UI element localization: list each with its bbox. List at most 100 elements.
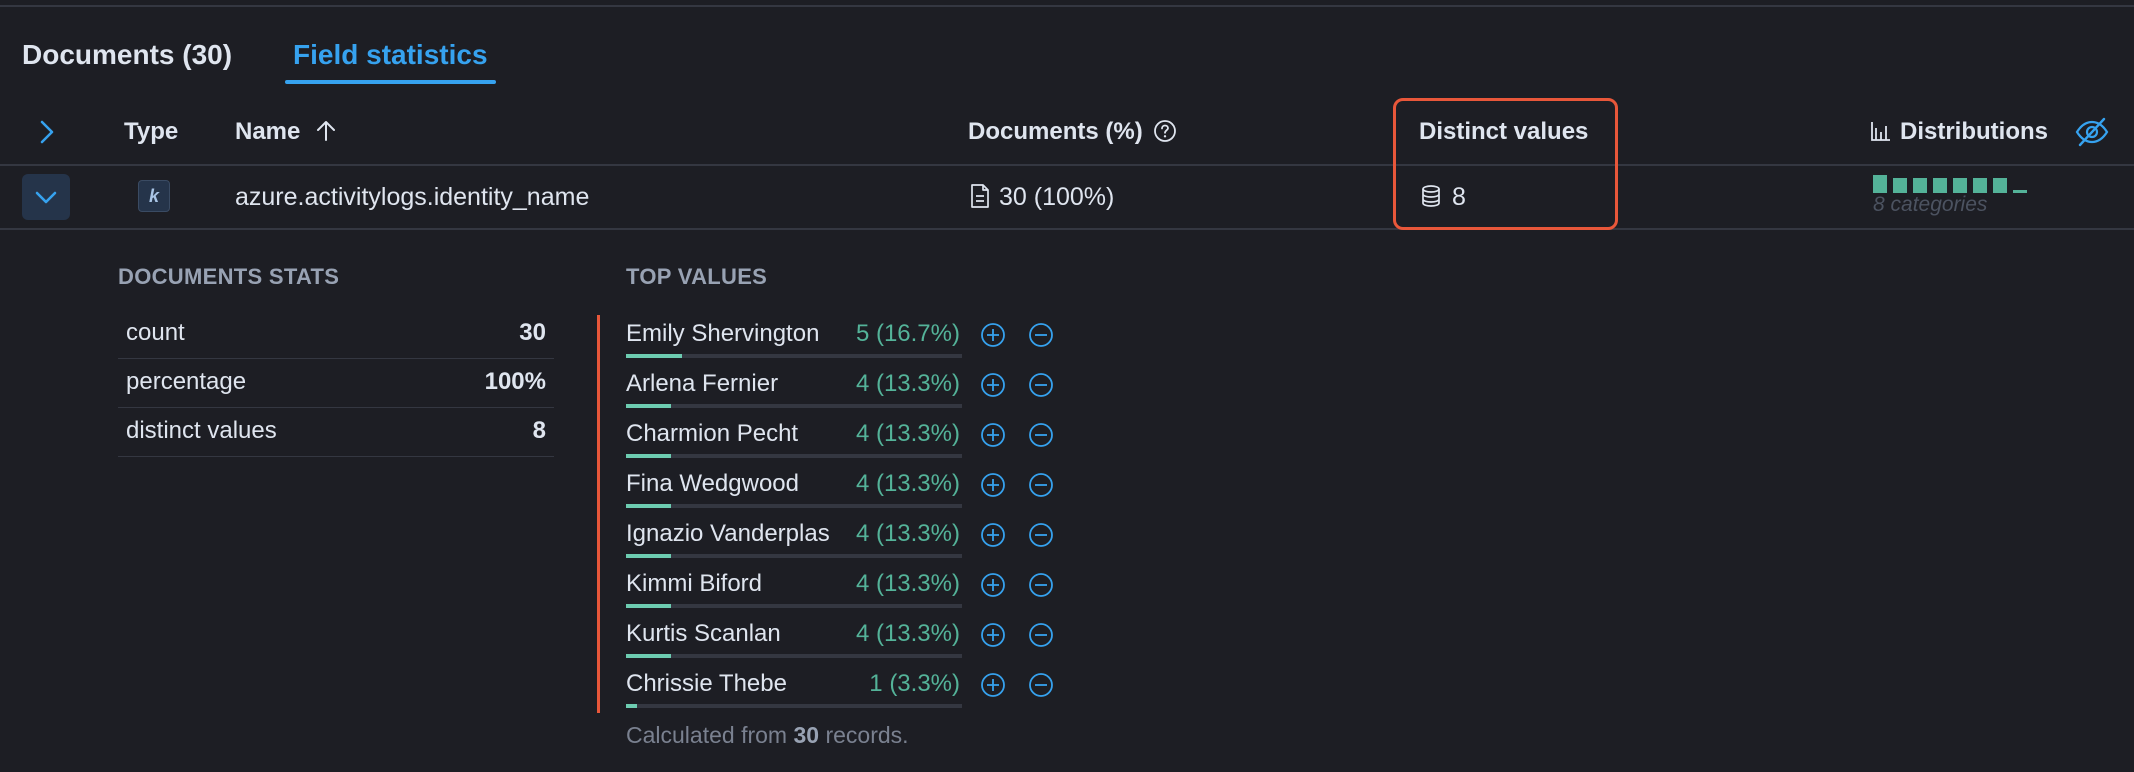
table-row: k azure.activitylogs.identity_name 30 (1…: [0, 166, 2134, 230]
column-distributions-label: Distributions: [1900, 118, 2048, 145]
filter-for-value-icon[interactable]: [980, 322, 1006, 348]
note-suffix: records.: [819, 722, 909, 748]
top-values-accent-bar: [597, 315, 600, 713]
distribution-chart[interactable]: [1873, 175, 2033, 195]
top-value-bar-fill: [626, 454, 671, 458]
column-type: Type: [124, 118, 179, 145]
top-value-bar-track: [626, 604, 962, 608]
documents-stats-title: DOCUMENTS STATS: [118, 264, 340, 289]
filter-out-value-icon[interactable]: [1028, 322, 1054, 348]
top-value-row: Ignazio Vanderplas 4 (13.3%): [626, 514, 1066, 564]
top-value-percent: 4 (13.3%): [855, 420, 960, 447]
top-value-percent: 4 (13.3%): [855, 470, 960, 497]
top-value-bar-fill: [626, 504, 671, 508]
filter-out-value-icon[interactable]: [1028, 572, 1054, 598]
top-value-name: Ignazio Vanderplas: [626, 520, 830, 547]
stats-value: 100%: [484, 368, 546, 395]
top-value-bar-fill: [626, 354, 682, 358]
note-prefix: Calculated from: [626, 722, 794, 748]
top-value-name: Charmion Pecht: [626, 420, 799, 447]
filter-out-value-icon[interactable]: [1028, 472, 1054, 498]
filter-out-value-icon[interactable]: [1028, 672, 1054, 698]
filter-out-value-icon[interactable]: [1028, 422, 1054, 448]
column-distinct-values: Distinct values: [1419, 118, 1589, 145]
column-documents: Documents (%): [968, 100, 1177, 164]
top-value-name: Chrissie Thebe: [626, 670, 787, 697]
top-value-percent: 4 (13.3%): [855, 520, 960, 547]
top-value-bar-track: [626, 504, 962, 508]
distribution-caption: 8 categories: [1873, 193, 1988, 216]
distribution-bar: [1873, 175, 1887, 193]
stats-key: percentage: [126, 368, 247, 395]
sort-ascending-icon: [317, 120, 336, 141]
filter-for-value-icon[interactable]: [980, 472, 1006, 498]
distribution-bar: [1933, 178, 1947, 193]
stats-row: percentage 100%: [118, 359, 554, 408]
stats-value: 30: [519, 319, 546, 346]
stats-value: 8: [532, 417, 546, 444]
column-name[interactable]: Name: [235, 100, 337, 164]
top-value-bar-fill: [626, 404, 671, 408]
chevron-down-icon: [35, 191, 57, 204]
filter-out-value-icon[interactable]: [1028, 622, 1054, 648]
top-value-percent: 4 (13.3%): [855, 570, 960, 597]
documents-stats-table: count 30 percentage 100% distinct values…: [118, 310, 554, 457]
top-value-name: Arlena Fernier: [626, 370, 779, 397]
top-value-name: Kimmi Biford: [626, 570, 763, 597]
eye-closed-icon[interactable]: [2074, 116, 2110, 148]
column-name-label: Name: [235, 118, 301, 145]
note-count: 30: [793, 722, 820, 748]
top-value-bar-fill: [626, 604, 671, 608]
top-value-name: Fina Wedgwood: [626, 470, 799, 497]
top-values-title: TOP VALUES: [626, 264, 768, 289]
top-value-bar-track: [626, 354, 962, 358]
column-documents-label: Documents (%): [968, 118, 1143, 145]
top-value-percent: 5 (16.7%): [855, 320, 960, 347]
stats-row: count 30: [118, 310, 554, 359]
stats-row: distinct values 8: [118, 408, 554, 457]
calculated-from-note: Calculated from 30 records.: [626, 722, 909, 749]
filter-out-value-icon[interactable]: [1028, 522, 1054, 548]
top-value-row: Kurtis Scanlan 4 (13.3%): [626, 614, 1066, 664]
filter-for-value-icon[interactable]: [980, 622, 1006, 648]
top-value-bar-fill: [626, 554, 671, 558]
field-documents-value: 30 (100%): [999, 183, 1115, 211]
tab-field-statistics[interactable]: Field statistics: [285, 36, 496, 84]
distribution-bar: [1893, 178, 1907, 193]
top-divider: [0, 5, 2134, 7]
document-icon: [971, 184, 989, 209]
expand-all-button[interactable]: [30, 116, 62, 148]
stats-key: count: [126, 319, 185, 346]
filter-for-value-icon[interactable]: [980, 672, 1006, 698]
distribution-bar: [2013, 190, 2027, 193]
database-icon: [1422, 185, 1440, 208]
top-value-bar-track: [626, 704, 962, 708]
top-value-row: Chrissie Thebe 1 (3.3%): [626, 664, 1066, 714]
collapse-row-button[interactable]: [22, 174, 70, 220]
filter-for-value-icon[interactable]: [980, 372, 1006, 398]
field-documents: 30 (100%): [969, 166, 1114, 228]
distribution-bar: [1953, 178, 1967, 193]
tab-documents[interactable]: Documents (30): [22, 36, 232, 84]
filter-for-value-icon[interactable]: [980, 422, 1006, 448]
top-value-name: Kurtis Scanlan: [626, 620, 781, 647]
question-icon[interactable]: [1153, 119, 1177, 143]
top-value-row: Fina Wedgwood 4 (13.3%): [626, 464, 1066, 514]
top-value-bar-track: [626, 454, 962, 458]
field-name: azure.activitylogs.identity_name: [235, 183, 590, 211]
filter-for-value-icon[interactable]: [980, 522, 1006, 548]
stats-key: distinct values: [126, 417, 277, 444]
top-value-row: Kimmi Biford 4 (13.3%): [626, 564, 1066, 614]
top-value-name: Emily Shervington: [626, 320, 820, 347]
table-header: Type Name Documents (%) Distinct values …: [0, 100, 2134, 166]
filter-for-value-icon[interactable]: [980, 572, 1006, 598]
field-distinct: 8: [1420, 166, 1466, 228]
keyword-type-badge: k: [138, 180, 170, 212]
distribution-bar: [1973, 178, 1987, 193]
top-value-bar-fill: [626, 704, 637, 708]
top-value-percent: 1 (3.3%): [869, 670, 960, 697]
filter-out-value-icon[interactable]: [1028, 372, 1054, 398]
distribution-bar: [1913, 178, 1927, 193]
top-value-bar-track: [626, 554, 962, 558]
top-value-percent: 4 (13.3%): [855, 370, 960, 397]
